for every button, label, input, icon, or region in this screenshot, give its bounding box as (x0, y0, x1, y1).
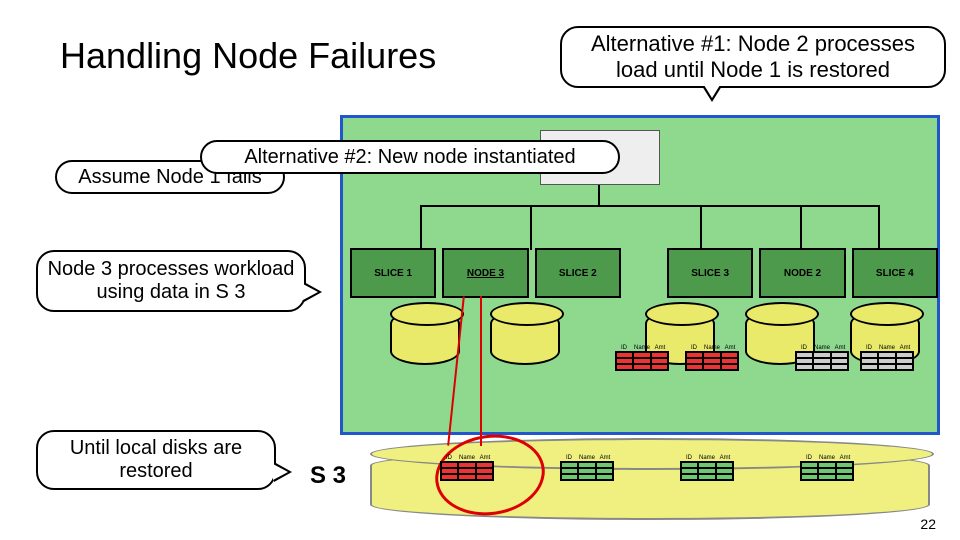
col: Name (698, 455, 716, 461)
callout-node3: Node 3 processes workload using data in … (36, 250, 306, 312)
local-disk (490, 310, 560, 365)
tiny-table: IDNameAmt (800, 455, 854, 481)
col: ID (685, 345, 703, 351)
tiny-table: IDNameAmt (685, 345, 739, 371)
slice-2: SLICE 2 (535, 248, 621, 298)
col: Name (703, 345, 721, 351)
col: Name (578, 455, 596, 461)
tiny-table: IDNameAmt (440, 455, 494, 481)
col: Name (818, 455, 836, 461)
col: ID (795, 345, 813, 351)
col: Name (458, 455, 476, 461)
col: Name (878, 345, 896, 351)
callout-tail (274, 462, 292, 482)
callout-text: Node 3 processes workload using data in … (46, 258, 296, 304)
col: Amt (896, 345, 914, 351)
col: ID (560, 455, 578, 461)
callout-tail (702, 86, 722, 102)
tiny-table: IDNameAmt (560, 455, 614, 481)
tiny-table: IDNameAmt (795, 345, 849, 371)
col: ID (800, 455, 818, 461)
bus-line (420, 205, 880, 207)
node-row: SLICE 1 NODE 3 SLICE 2 SLICE 3 NODE 2 SL… (350, 248, 938, 298)
node-2: NODE 2 (759, 248, 845, 298)
callout-tail (304, 282, 322, 302)
bus-line (530, 205, 532, 250)
node-3: NODE 3 (442, 248, 528, 298)
bus-line (598, 185, 600, 205)
col: ID (440, 455, 458, 461)
callout-text: Alternative #2: New node instantiated (244, 146, 575, 169)
callout-alt1: Alternative #1: Node 2 processes load un… (560, 26, 946, 88)
red-connector (480, 296, 482, 446)
callout-alt2: Alternative #2: New node instantiated (200, 140, 620, 174)
tiny-table: IDNameAmt (615, 345, 669, 371)
tiny-table: IDNameAmt (680, 455, 734, 481)
col: Amt (831, 345, 849, 351)
col: ID (860, 345, 878, 351)
tiny-table: IDNameAmt (860, 345, 914, 371)
callout-text: Alternative #1: Node 2 processes load un… (570, 31, 936, 83)
slice-3: SLICE 3 (667, 248, 753, 298)
s3-label: S 3 (310, 462, 346, 490)
col: Name (813, 345, 831, 351)
bus-line (700, 205, 702, 250)
bus-line (800, 205, 802, 250)
col: Name (633, 345, 651, 351)
col: Amt (651, 345, 669, 351)
bus-line (420, 205, 422, 250)
col: ID (680, 455, 698, 461)
slice-4: SLICE 4 (852, 248, 938, 298)
callout-until: Until local disks are restored (36, 430, 276, 490)
col: Amt (596, 455, 614, 461)
slide-title: Handling Node Failures (60, 35, 436, 77)
local-disk (390, 310, 460, 365)
slice-1: SLICE 1 (350, 248, 436, 298)
col: Amt (716, 455, 734, 461)
col: ID (615, 345, 633, 351)
callout-text: Until local disks are restored (46, 437, 266, 483)
bus-line (878, 205, 880, 250)
col: Amt (836, 455, 854, 461)
col: Amt (476, 455, 494, 461)
col: Amt (721, 345, 739, 351)
